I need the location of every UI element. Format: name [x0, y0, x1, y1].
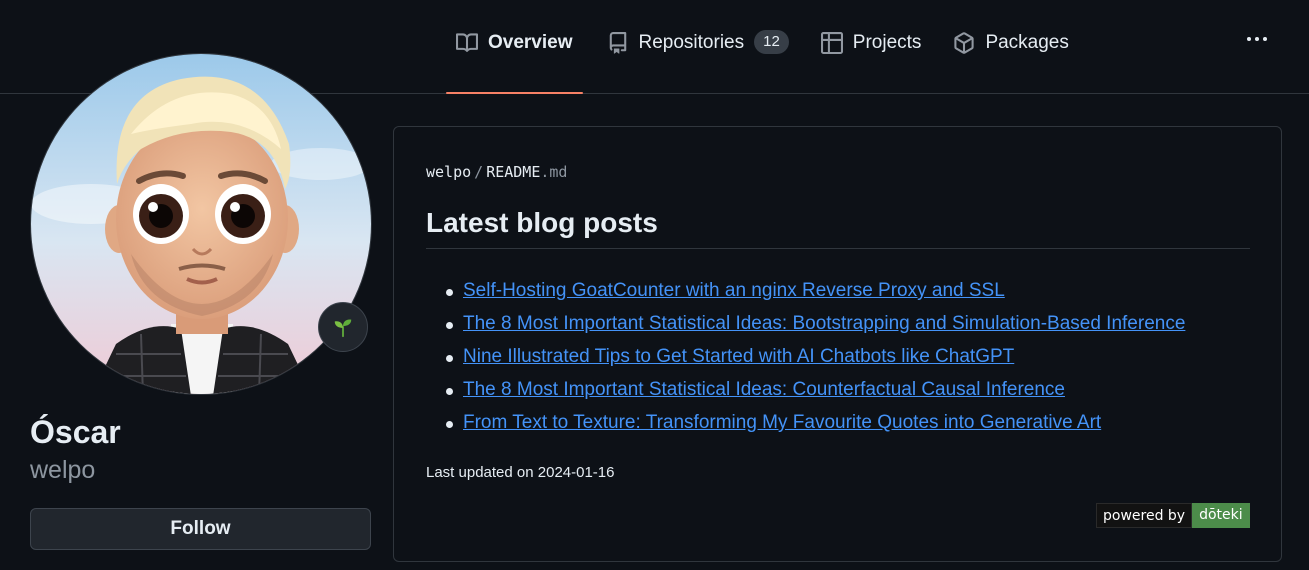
follow-button[interactable]: Follow: [30, 508, 371, 550]
blog-post-link[interactable]: Self-Hosting GoatCounter with an nginx R…: [463, 280, 1005, 301]
tab-overview-label: Overview: [488, 32, 573, 53]
tab-packages-label: Packages: [985, 32, 1069, 53]
blog-post-link[interactable]: The 8 Most Important Statistical Ideas: …: [463, 379, 1065, 400]
avatar-illustration: [31, 54, 371, 394]
blog-post-list: Self-Hosting GoatCounter with an nginx R…: [446, 274, 1185, 439]
avatar[interactable]: [30, 53, 372, 395]
list-item: The 8 Most Important Statistical Ideas: …: [446, 373, 1185, 406]
readme-path-separator: /: [474, 163, 484, 181]
kebab-dot: [1255, 37, 1259, 41]
kebab-dot: [1263, 37, 1267, 41]
list-item: The 8 Most Important Statistical Ideas: …: [446, 307, 1185, 340]
readme-card: welpo / README.md Latest blog posts Self-H…: [393, 126, 1282, 562]
blog-post-link[interactable]: Nine Illustrated Tips to Get Started wit…: [463, 346, 1014, 367]
profile-display-name: Óscar: [30, 414, 121, 450]
powered-by-label: powered by: [1096, 503, 1193, 528]
doteki-label: dōteki: [1192, 503, 1250, 528]
blog-post-link[interactable]: From Text to Texture: Transforming My Fa…: [463, 412, 1101, 433]
profile-username: welpo: [30, 456, 96, 484]
readme-breadcrumb: welpo / README.md: [426, 163, 567, 181]
kebab-dot: [1247, 37, 1251, 41]
list-item: Self-Hosting GoatCounter with an nginx R…: [446, 274, 1185, 307]
readme-heading: Latest blog posts: [426, 207, 1250, 249]
readme-owner-link[interactable]: welpo: [426, 163, 471, 181]
package-icon: [954, 32, 975, 54]
readme-file-link[interactable]: README: [486, 163, 540, 181]
list-item: From Text to Texture: Transforming My Fa…: [446, 406, 1185, 439]
tab-packages[interactable]: Packages: [943, 30, 1078, 94]
book-icon: [456, 33, 478, 52]
repo-icon: [609, 32, 626, 54]
readme-file-extension: .md: [540, 163, 568, 181]
blog-post-link[interactable]: The 8 Most Important Statistical Ideas: …: [463, 313, 1185, 334]
seedling-icon: [334, 319, 352, 338]
table-icon: [820, 32, 843, 54]
kebab-horizontal-icon[interactable]: [1242, 26, 1272, 52]
tab-projects-label: Projects: [852, 32, 922, 53]
profile-tabs: Overview Repositories 12 Projects Packag…: [446, 30, 1079, 94]
last-updated-text: Last updated on 2024-01-16: [426, 464, 615, 481]
tab-projects[interactable]: Projects: [811, 30, 932, 94]
powered-by-badge[interactable]: powered by dōteki: [1096, 503, 1250, 528]
status-badge[interactable]: [318, 302, 368, 352]
repositories-count-badge: 12: [754, 30, 789, 54]
tab-overview[interactable]: Overview: [446, 30, 583, 94]
list-item: Nine Illustrated Tips to Get Started wit…: [446, 340, 1185, 373]
tab-repositories[interactable]: Repositories 12: [597, 30, 799, 94]
tab-repositories-label: Repositories: [638, 32, 745, 53]
